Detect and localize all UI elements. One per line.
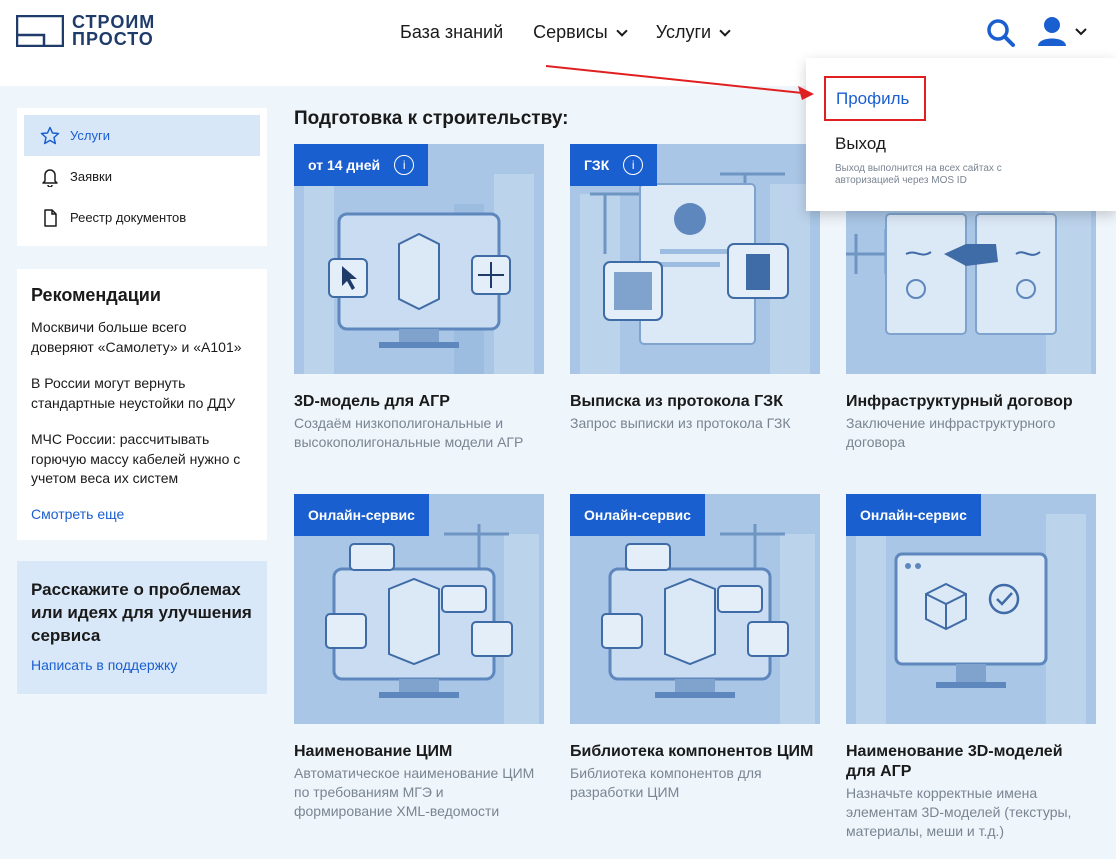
badge-label: от 14 дней	[308, 157, 381, 173]
nav-knowledge-base[interactable]: База знаний	[400, 22, 503, 43]
nav-label: База знаний	[400, 22, 504, 42]
card-badge: от 14 дней i	[294, 144, 429, 186]
sidebar-item-label: Заявки	[70, 169, 112, 184]
annotation-arrow-icon	[545, 65, 814, 100]
card-description: Назначьте корректные имена элементам 3D-…	[846, 785, 1072, 839]
main-nav: База знаний Сервисы Услуги	[400, 22, 759, 43]
card-description: Создаём низкополигональные и высокополиг…	[294, 415, 524, 450]
chevron-down-icon	[719, 24, 731, 37]
badge-label: Онлайн-сервис	[860, 507, 967, 523]
card-badge: Онлайн-сервис	[294, 494, 429, 536]
service-card-gzk-extract[interactable]: ГЗК i Выписка из протокола ГЗК Запрос вы…	[570, 144, 820, 433]
user-dropdown-menu: Профиль Выход Выход выполнится на всех с…	[806, 58, 1116, 211]
search-button[interactable]	[986, 18, 1016, 48]
card-title: Выписка из протокола ГЗК	[570, 393, 783, 410]
card-description: Запрос выписки из протокола ГЗК	[570, 415, 791, 431]
recommendation-link[interactable]: В России могут вернуть стандартные неуст…	[31, 374, 253, 413]
sidebar-item-label: Услуги	[70, 128, 110, 143]
card-title: Наименование 3D-моделей для АГР	[846, 743, 1063, 780]
feedback-title: Расскажите о проблемах или идеях для улу…	[31, 580, 252, 645]
card-title: 3D-модель для АГР	[294, 393, 450, 410]
recommendation-link[interactable]: Москвичи больше всего доверяют «Самолету…	[31, 318, 253, 357]
search-icon	[987, 19, 1015, 47]
card-badge: ГЗК i	[570, 144, 658, 186]
service-card-3d-naming[interactable]: Онлайн-сервис Наименование 3D-моделей дл…	[846, 494, 1096, 841]
logo-line2: ПРОСТО	[72, 29, 154, 49]
nav-services[interactable]: Сервисы	[533, 22, 628, 43]
badge-label: Онлайн-сервис	[308, 507, 415, 523]
info-icon[interactable]: i	[394, 155, 415, 175]
card-illustration: ГЗК i	[570, 144, 820, 374]
card-illustration: Онлайн-сервис	[846, 494, 1096, 724]
info-icon[interactable]: i	[623, 155, 644, 175]
sidebar-item-label: Реестр документов	[70, 210, 187, 225]
card-description: Библиотека компонентов для разработки ЦИ…	[570, 765, 762, 800]
nav-offerings[interactable]: Услуги	[655, 22, 731, 43]
card-illustration: от 14 дней i	[294, 144, 544, 374]
sidebar-item-services[interactable]: Услуги	[24, 115, 260, 156]
bell-icon	[42, 168, 58, 187]
service-card-3d-model[interactable]: от 14 дней i 3D-модель для АГР Создаём н…	[294, 144, 544, 452]
logout-note: Выход выполнится на всех сайтах с автори…	[835, 163, 1002, 186]
feedback-panel: Расскажите о проблемах или идеях для улу…	[17, 561, 267, 694]
card-badge: Онлайн-сервис	[570, 494, 705, 536]
card-illustration: Онлайн-сервис	[294, 494, 544, 724]
sidebar-item-documents[interactable]: Реестр документов	[24, 197, 260, 238]
user-icon	[1038, 17, 1087, 46]
card-badge: Онлайн-сервис	[846, 494, 981, 536]
support-link[interactable]: Написать в поддержку	[31, 657, 253, 673]
card-illustration: Онлайн-сервис	[570, 494, 820, 724]
document-icon	[44, 208, 57, 227]
see-more-link[interactable]: Смотреть еще	[31, 506, 253, 522]
profile-menu-item[interactable]: Профиль	[824, 76, 926, 121]
sidebar-menu: Услуги Заявки Реестр документов	[17, 108, 267, 246]
logo[interactable]: СТРОИМ ПРОСТО	[16, 13, 155, 49]
badge-label: Онлайн-сервис	[584, 507, 691, 523]
logo-icon	[16, 15, 64, 47]
section-title: Подготовка к строительству:	[294, 108, 569, 129]
card-description: Автоматическое наименование ЦИМ по требо…	[294, 765, 535, 819]
logout-menu-item[interactable]: Выход	[835, 134, 886, 154]
card-title: Библиотека компонентов ЦИМ	[570, 743, 814, 760]
card-title: Инфраструктурный договор	[846, 393, 1073, 410]
badge-label: ГЗК	[584, 157, 610, 173]
recommendation-link[interactable]: МЧС России: рассчитывать горючую массу к…	[31, 430, 253, 489]
card-description: Заключение инфраструктурного договора	[846, 415, 1056, 450]
service-card-cim-library[interactable]: Онлайн-сервис Библиотека компонентов ЦИМ…	[570, 494, 820, 802]
user-menu-button[interactable]	[1036, 16, 1088, 50]
sidebar-item-requests[interactable]: Заявки	[24, 156, 260, 197]
recommendations-panel: Рекомендации Москвичи больше всего довер…	[17, 269, 267, 540]
chevron-down-icon	[616, 24, 628, 37]
nav-label: Сервисы	[533, 22, 608, 42]
nav-label: Услуги	[655, 22, 712, 42]
recommendations-title: Рекомендации	[31, 285, 161, 305]
card-title: Наименование ЦИМ	[294, 743, 453, 760]
service-card-cim-naming[interactable]: Онлайн-сервис Наименование ЦИМ Автоматич…	[294, 494, 544, 821]
star-icon	[40, 126, 60, 144]
logo-text: СТРОИМ ПРОСТО	[72, 13, 155, 49]
